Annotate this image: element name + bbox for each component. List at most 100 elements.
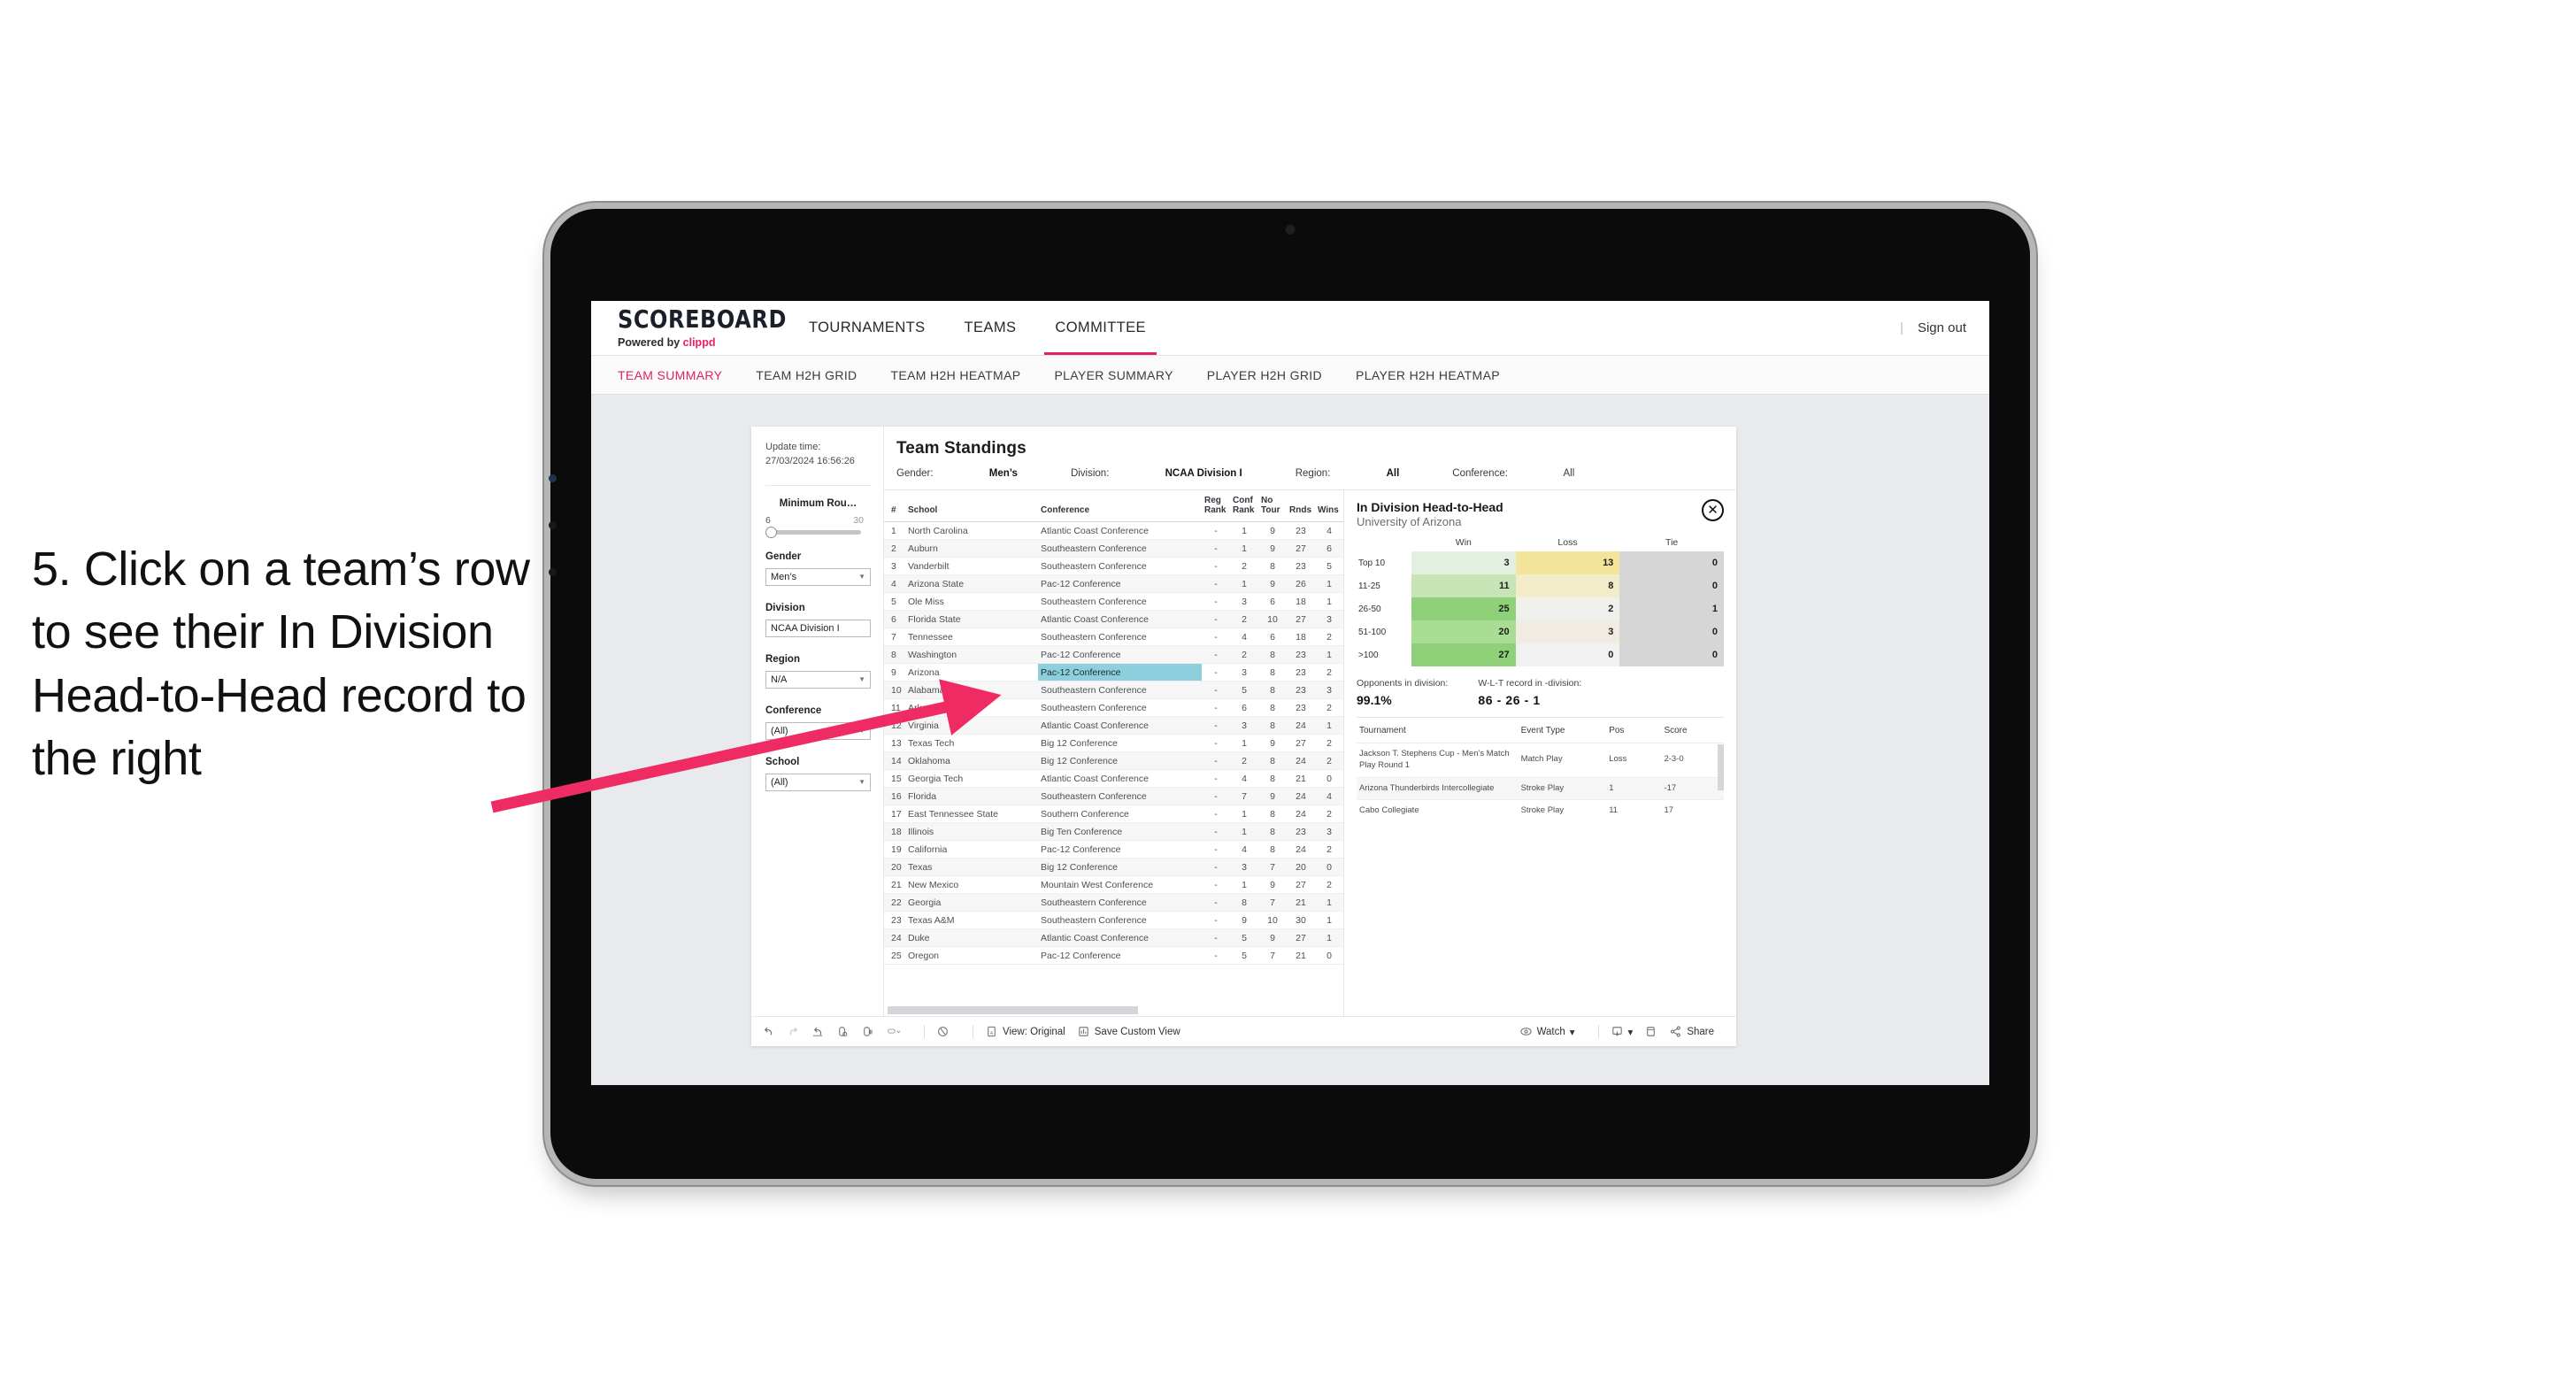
table-row[interactable]: 24 Duke Atlantic Coast Conference -5 9 27 1	[884, 928, 1343, 947]
table-row[interactable]: 10 Alabama Southeastern Conference -5 8 23 3	[884, 681, 1343, 699]
heatmap-cell-loss[interactable]: 0	[1515, 643, 1620, 666]
nav-item-tournaments[interactable]: TOURNAMENTS	[789, 301, 945, 355]
heatmap-cell-tie[interactable]: 0	[1619, 643, 1724, 666]
table-row[interactable]: 9 Arizona Pac-12 Conference -3 8 23 2	[884, 663, 1343, 681]
table-row[interactable]: 18 Illinois Big Ten Conference -1 8 23 3	[884, 822, 1343, 841]
col-pos[interactable]: Pos	[1606, 718, 1661, 743]
table-row[interactable]: 6 Florida State Atlantic Coast Conference -…	[884, 610, 1343, 628]
table-row[interactable]: 14 Oklahoma Big 12 Conference -2 8 24 2	[884, 751, 1343, 770]
table-row[interactable]: 19 California Pac-12 Conference -4 8 24 2	[884, 840, 1343, 859]
table-row[interactable]: 23 Texas A&M Southeastern Conference -9 10 30…	[884, 911, 1343, 929]
cell-rank: 18	[884, 822, 905, 841]
revert-button[interactable]	[811, 1025, 825, 1038]
table-row[interactable]: 3 Vanderbilt Southeastern Conference -2 8 23 5	[884, 557, 1343, 575]
col-score[interactable]: Score	[1661, 718, 1724, 743]
device-preview-icon[interactable]	[936, 1025, 950, 1038]
table-row[interactable]: 15 Georgia Tech Atlantic Coast Conference -…	[884, 769, 1343, 788]
minimum-rounds-slider[interactable]	[765, 526, 861, 538]
col-rank[interactable]: #	[884, 490, 905, 522]
conference-select[interactable]: (All) ▼	[765, 721, 871, 740]
sign-out-link[interactable]: Sign out	[1918, 320, 1966, 335]
team-standings-scroll[interactable]: # School Conference Reg Rank Conf Rank No T…	[884, 490, 1343, 1004]
cell-conference: Atlantic Coast Conference	[1038, 521, 1202, 540]
share-button[interactable]: Share	[1669, 1025, 1714, 1038]
highlight-tool-icon[interactable]	[886, 1025, 901, 1038]
list-item[interactable]: Arizona Thunderbirds Intercollegiate Stro…	[1357, 776, 1724, 800]
cell-no-tour: 10	[1258, 911, 1287, 929]
heatmap-cell-loss[interactable]: 13	[1515, 551, 1620, 574]
heatmap-cell-win[interactable]: 3	[1411, 551, 1516, 574]
scrollbar-thumb[interactable]	[888, 1006, 1139, 1014]
nav-item-committee[interactable]: COMMITTEE	[1035, 301, 1165, 355]
school-select[interactable]: (All) ▼	[765, 773, 871, 791]
tab-team-h2h-heatmap[interactable]: TEAM H2H HEATMAP	[891, 368, 1021, 382]
table-row[interactable]: 1 North Carolina Atlantic Coast Conference…	[884, 521, 1343, 540]
tab-team-summary[interactable]: TEAM SUMMARY	[618, 368, 722, 382]
redo-button[interactable]	[787, 1025, 800, 1038]
head-to-head-panel: In Division Head-to-Head University of A…	[1344, 490, 1736, 1016]
table-row[interactable]: 12 Virginia Atlantic Coast Conference -3 8 24…	[884, 716, 1343, 735]
table-row[interactable]: 20 Texas Big 12 Conference -3 7 20 0	[884, 858, 1343, 876]
app-logo[interactable]: SCOREBOARD Powered by clippd	[618, 306, 786, 349]
heatmap-cell-loss[interactable]: 8	[1515, 574, 1620, 597]
heatmap-cell-tie[interactable]: 0	[1619, 620, 1724, 643]
list-item[interactable]: Cabo Collegiate Stroke Play 11 17	[1357, 799, 1724, 823]
col-conference[interactable]: Conference	[1038, 490, 1202, 522]
cell-conference: Southeastern Conference	[1038, 911, 1202, 929]
refresh-data-icon[interactable]	[836, 1025, 850, 1038]
table-row[interactable]: 8 Washington Pac-12 Conference -2 8 23 1	[884, 645, 1343, 664]
table-row[interactable]: 11 Arkansas Southeastern Conference -6 8 23 2	[884, 698, 1343, 717]
table-row[interactable]: 13 Texas Tech Big 12 Conference -1 9 27 2	[884, 734, 1343, 752]
tab-player-summary[interactable]: PLAYER SUMMARY	[1054, 368, 1173, 382]
view-original-button[interactable]: View: Original	[985, 1025, 1065, 1038]
heatmap-cell-tie[interactable]: 0	[1619, 574, 1724, 597]
heatmap-cell-win[interactable]: 27	[1411, 643, 1516, 666]
fullscreen-button[interactable]	[1644, 1025, 1657, 1038]
heatmap-row: >100 27 0 0	[1357, 643, 1724, 666]
col-wins[interactable]: Wins	[1315, 490, 1343, 522]
stat-opponents-in-division: Opponents in division: 99.1%	[1357, 678, 1448, 707]
heatmap-cell-tie[interactable]: 0	[1619, 551, 1724, 574]
table-row[interactable]: 21 New Mexico Mountain West Conference -1 9 2…	[884, 875, 1343, 894]
pause-data-icon[interactable]	[861, 1025, 874, 1038]
tournament-scrollbar-thumb[interactable]	[1718, 744, 1724, 790]
nav-item-teams[interactable]: TEAMS	[945, 301, 1036, 355]
heatmap-cell-loss[interactable]: 2	[1515, 597, 1620, 620]
save-custom-view-button[interactable]: Save Custom View	[1077, 1025, 1180, 1038]
col-no-tour[interactable]: No Tour	[1258, 490, 1287, 522]
table-row[interactable]: 16 Florida Southeastern Conference -7 9 24 4	[884, 787, 1343, 805]
table-row[interactable]: 4 Arizona State Pac-12 Conference -1 9 26 1	[884, 574, 1343, 593]
table-row[interactable]: 7 Tennessee Southeastern Conference -4 6 18 2	[884, 628, 1343, 646]
table-row[interactable]: 22 Georgia Southeastern Conference -8 7 21 1	[884, 893, 1343, 912]
cell-tournament-name: Jackson T. Stephens Cup - Men’s Match Pl…	[1357, 743, 1519, 778]
col-tournament[interactable]: Tournament	[1357, 718, 1519, 743]
watch-button[interactable]: Watch ▾	[1519, 1025, 1575, 1038]
table-row[interactable]: 5 Ole Miss Southeastern Conference -3 6 18 1	[884, 592, 1343, 611]
region-select[interactable]: N/A ▼	[765, 670, 871, 689]
col-reg-rank[interactable]: Reg Rank	[1202, 490, 1230, 522]
cell-conference: Pac-12 Conference	[1038, 574, 1202, 593]
gender-select[interactable]: Men’s ▼	[765, 567, 871, 586]
col-school[interactable]: School	[905, 490, 1038, 522]
download-button[interactable]: ▾	[1611, 1025, 1633, 1038]
slider-handle[interactable]	[765, 526, 777, 538]
heatmap-cell-loss[interactable]: 3	[1515, 620, 1620, 643]
tab-team-h2h-grid[interactable]: TEAM H2H GRID	[756, 368, 857, 382]
heatmap-cell-tie[interactable]: 1	[1619, 597, 1724, 620]
table-row[interactable]: 2 Auburn Southeastern Conference -1 9 27 6	[884, 539, 1343, 558]
horizontal-scrollbar[interactable]	[884, 1004, 1343, 1016]
table-row[interactable]: 17 East Tennessee State Southern Conferenc…	[884, 805, 1343, 823]
col-event-type[interactable]: Event Type	[1519, 718, 1607, 743]
heatmap-cell-win[interactable]: 11	[1411, 574, 1516, 597]
heatmap-cell-win[interactable]: 20	[1411, 620, 1516, 643]
close-icon[interactable]: ✕	[1702, 499, 1724, 521]
tab-player-h2h-heatmap[interactable]: PLAYER H2H HEATMAP	[1356, 368, 1500, 382]
undo-button[interactable]	[762, 1025, 775, 1038]
tab-player-h2h-grid[interactable]: PLAYER H2H GRID	[1207, 368, 1322, 382]
col-conf-rank[interactable]: Conf Rank	[1230, 490, 1258, 522]
list-item[interactable]: Jackson T. Stephens Cup - Men’s Match Pl…	[1357, 743, 1724, 778]
col-rnds[interactable]: Rnds	[1287, 490, 1315, 522]
table-row[interactable]: 25 Oregon Pac-12 Conference -5 7 21 0	[884, 946, 1343, 965]
heatmap-cell-win[interactable]: 25	[1411, 597, 1516, 620]
division-select[interactable]: NCAA Division I	[765, 619, 871, 637]
